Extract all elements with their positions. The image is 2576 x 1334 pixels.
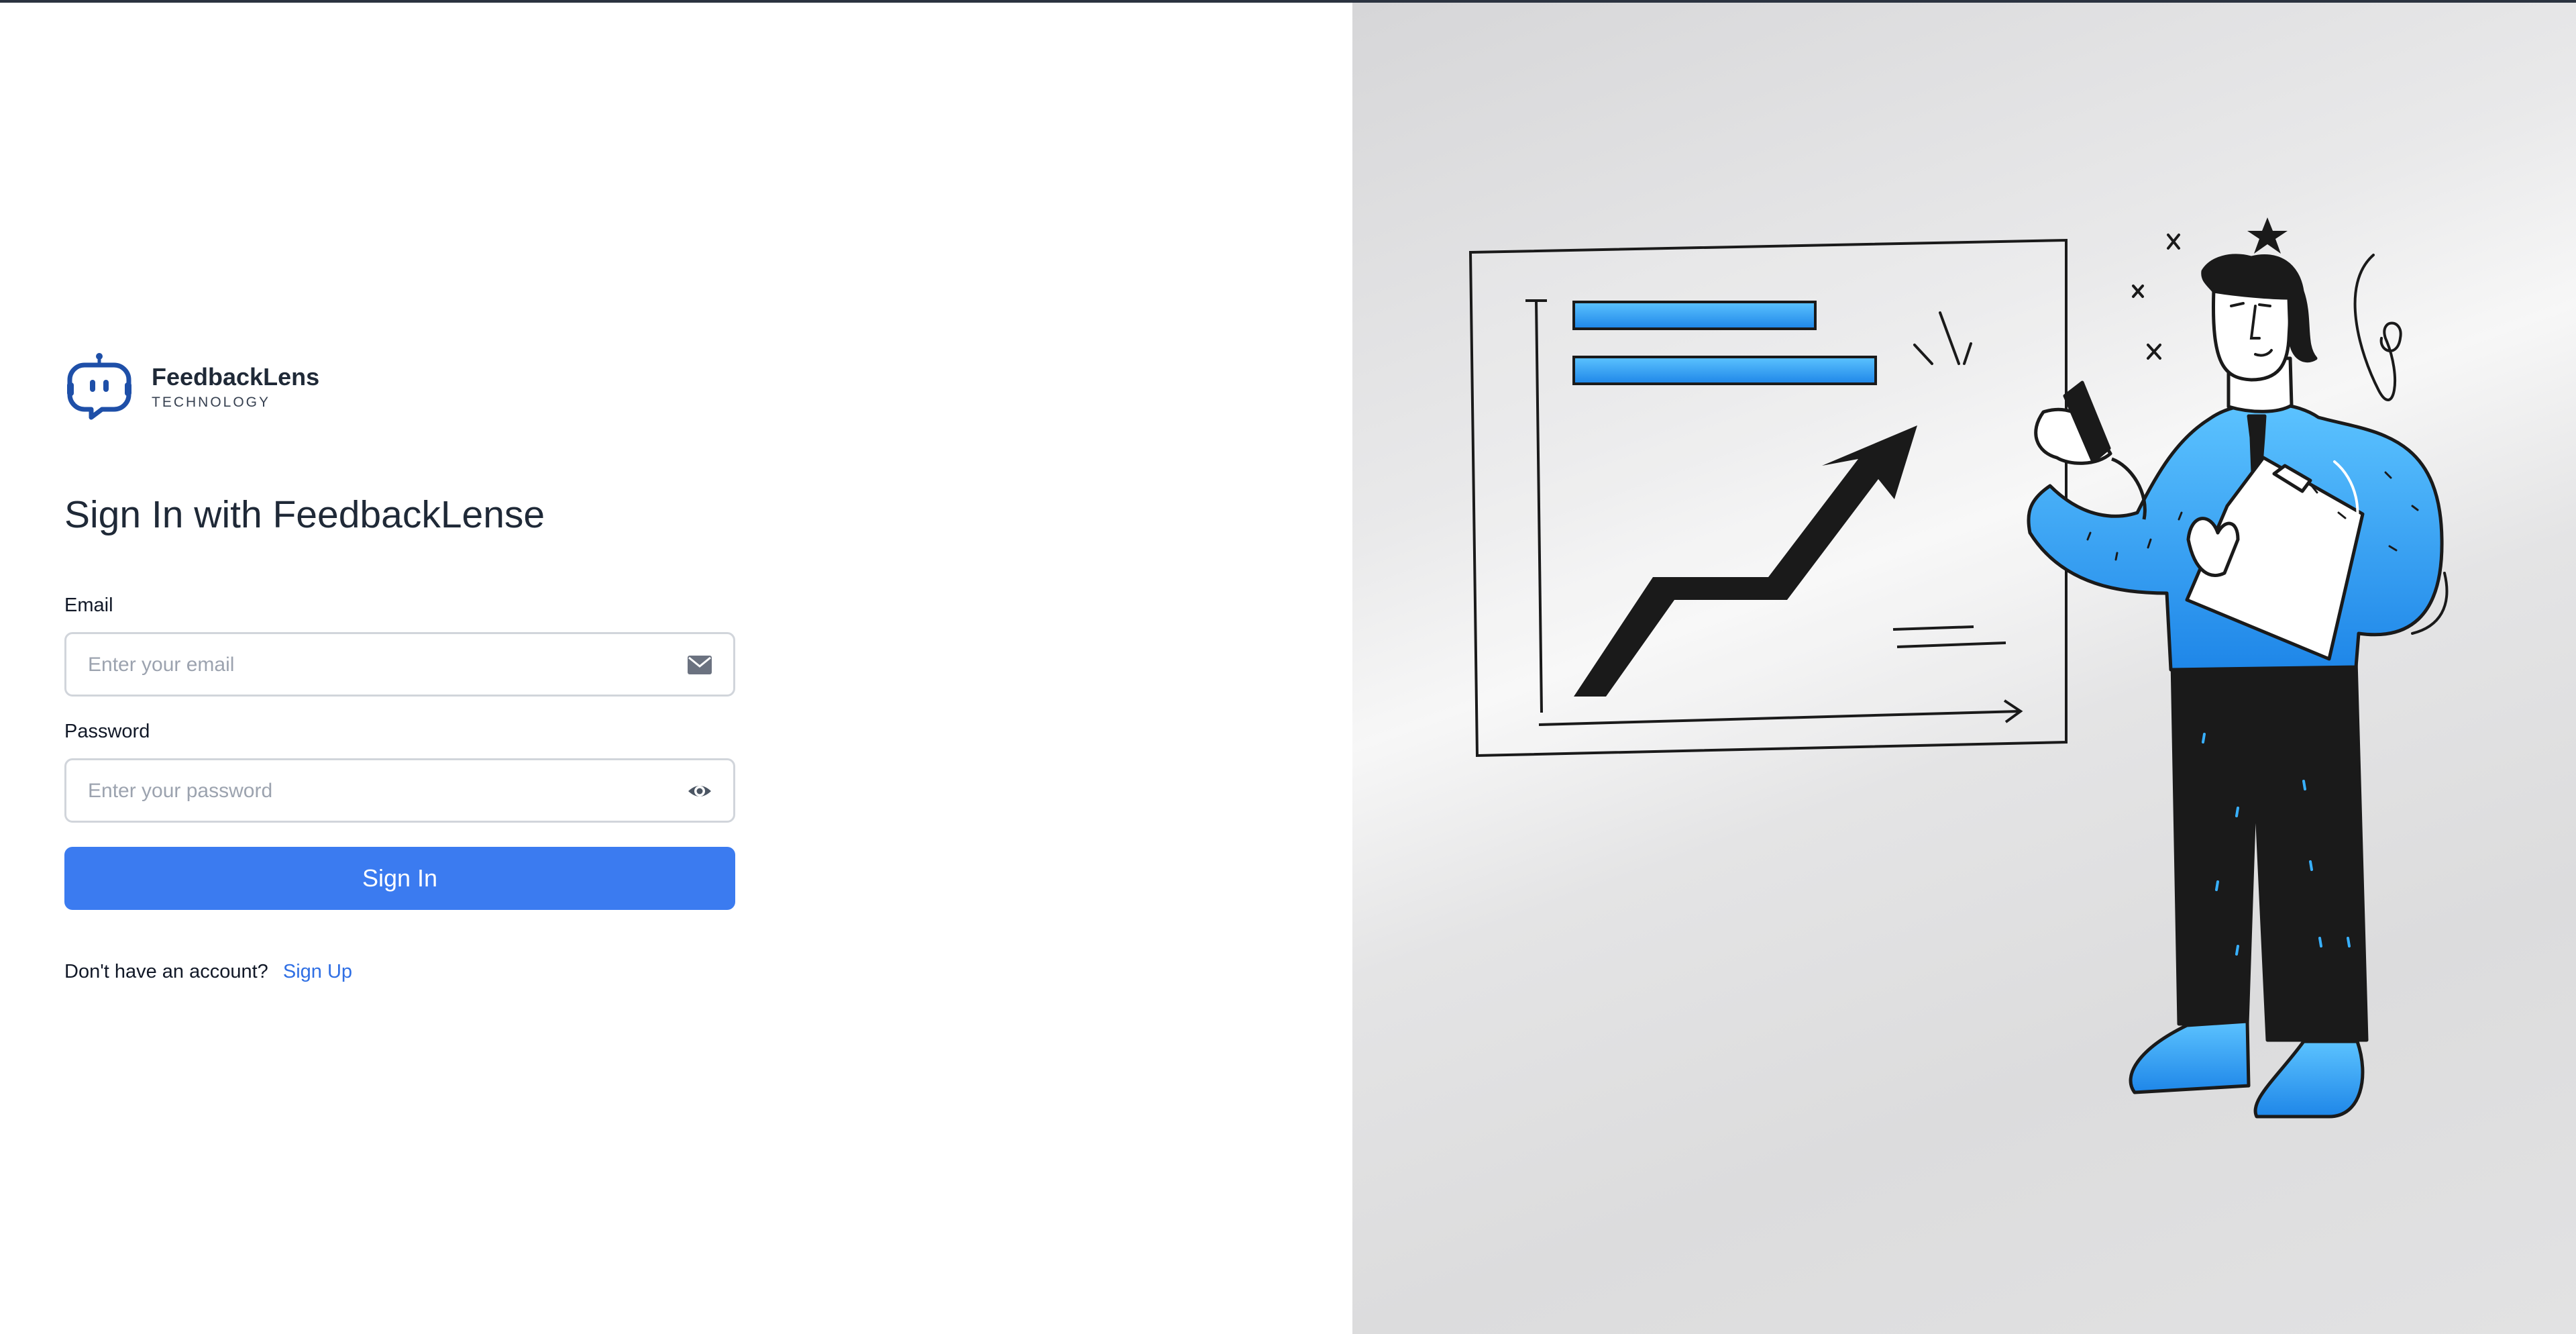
presenter-with-growth-chart (1468, 217, 2449, 1119)
illustration-panel (1352, 3, 2576, 1334)
signup-row: Don't have an account? Sign Up (64, 961, 352, 983)
brand: FeedbackLens TECHNOLOGY (64, 352, 319, 421)
password-field-wrapper[interactable] (64, 758, 735, 823)
signin-panel: FeedbackLens TECHNOLOGY Sign In with Fee… (0, 3, 1352, 1334)
sign-in-button[interactable]: Sign In (64, 847, 735, 910)
email-field[interactable] (87, 634, 680, 696)
robot-chat-icon (67, 353, 131, 420)
signup-prompt: Don't have an account? (64, 961, 268, 982)
envelope-icon (688, 656, 712, 674)
email-label: Email (64, 595, 113, 616)
presenter (2027, 254, 2444, 1119)
brand-subtitle: TECHNOLOGY (152, 395, 271, 410)
sign-up-link[interactable]: Sign Up (283, 961, 352, 982)
password-field[interactable] (87, 760, 680, 822)
chart-bar-1 (1572, 301, 1817, 330)
page-title: Sign In with FeedbackLense (64, 493, 545, 536)
brand-name: FeedbackLens (152, 363, 320, 391)
chart-bar-2 (1572, 356, 1877, 385)
eye-icon[interactable] (686, 779, 713, 803)
email-field-wrapper[interactable] (64, 632, 735, 697)
password-label: Password (64, 721, 150, 742)
